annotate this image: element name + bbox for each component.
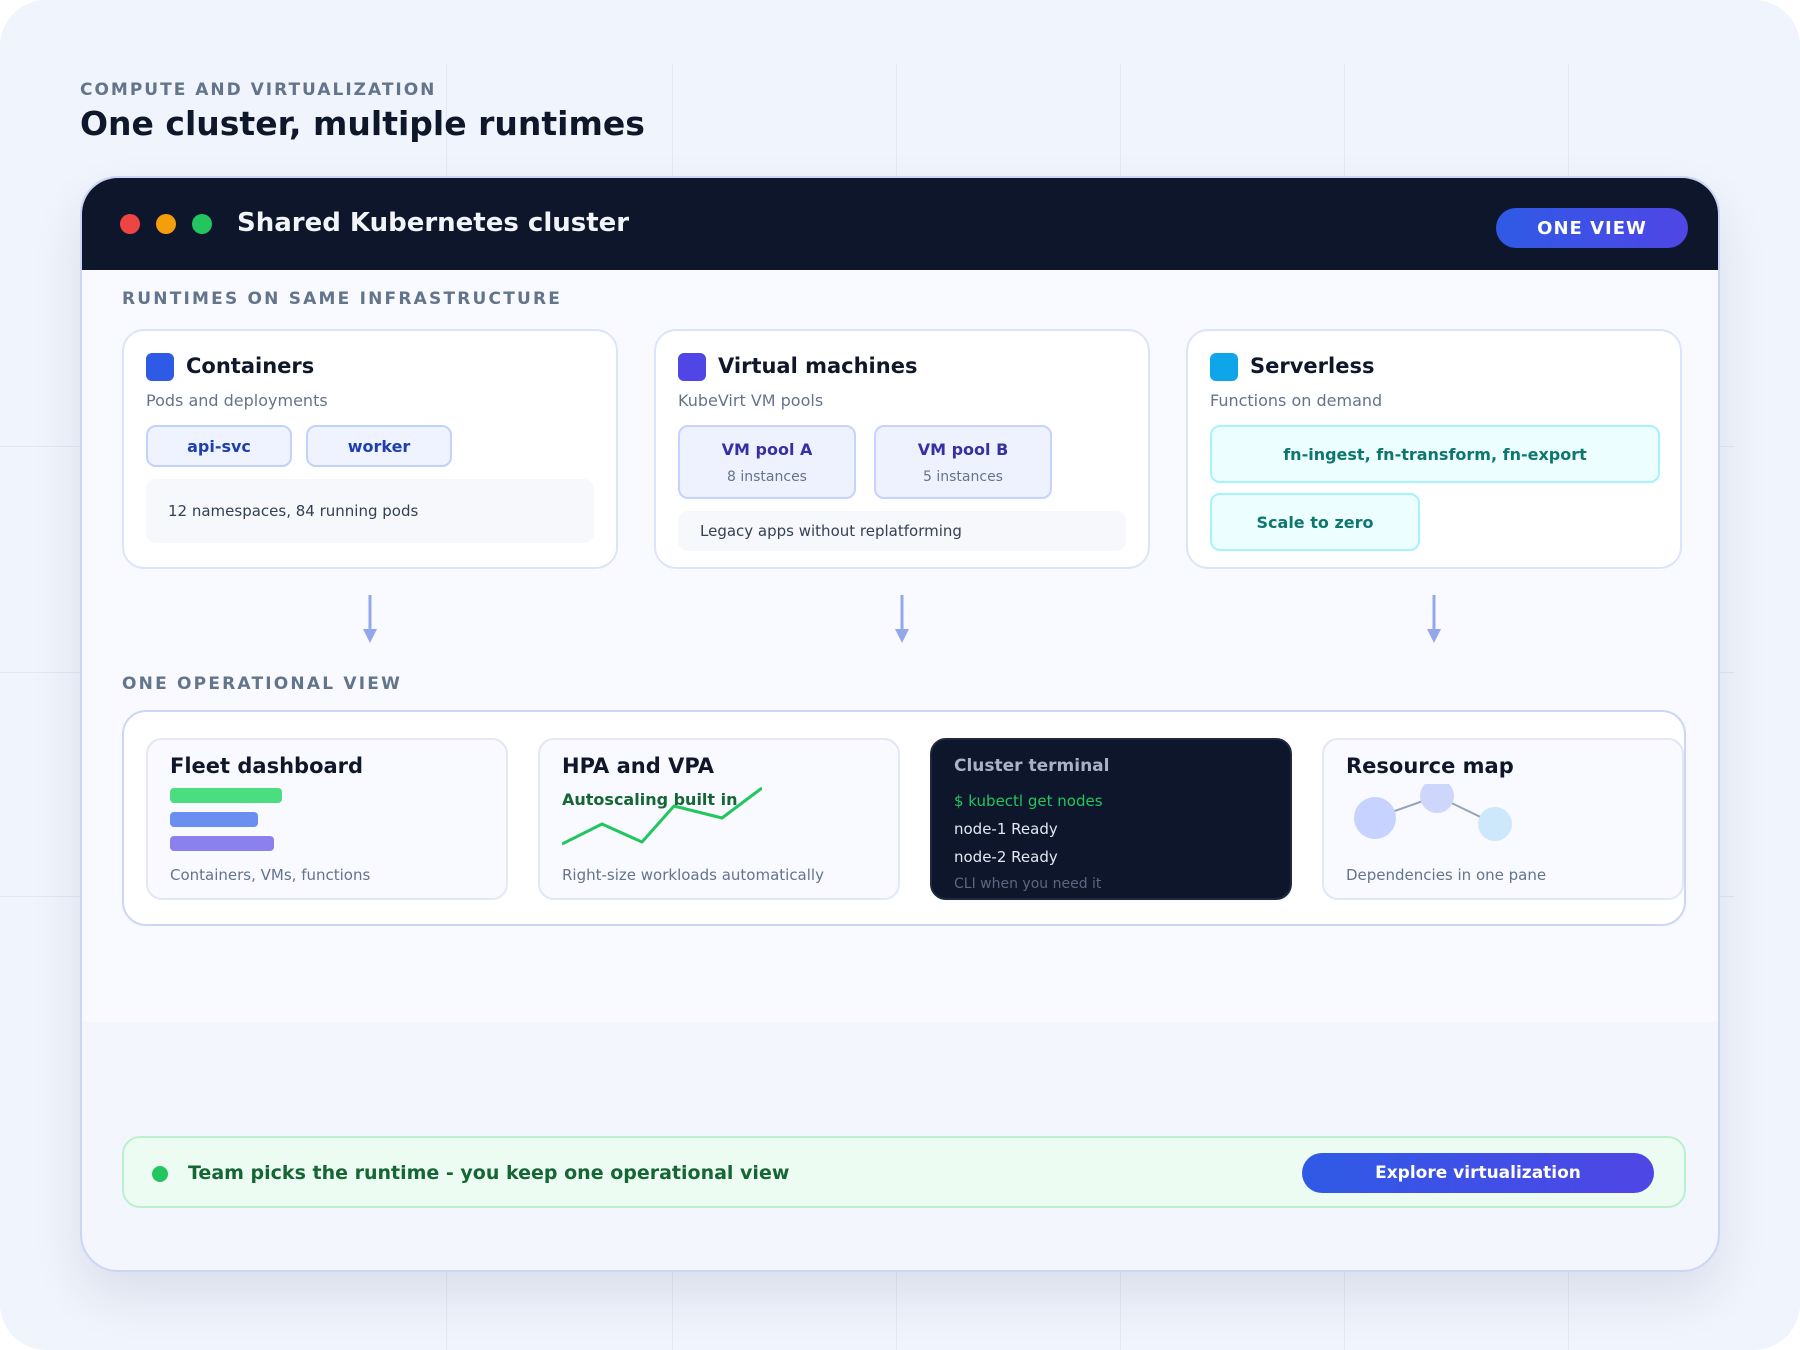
containers-icon: [146, 353, 174, 381]
status-dot-icon: [152, 1166, 168, 1182]
vm-pool-b[interactable]: VM pool B 5 instances: [874, 425, 1052, 499]
arrow-down-icon: [895, 595, 909, 643]
functions-chip[interactable]: fn-ingest, fn-transform, fn-export: [1210, 425, 1660, 483]
fleet-dashboard-card[interactable]: Fleet dashboard Containers, VMs, functio…: [146, 738, 508, 900]
chip-api-svc[interactable]: api-svc: [146, 425, 292, 467]
terminal-output-line: node-2 Ready: [954, 848, 1058, 866]
fleet-dashboard-subtitle: Containers, VMs, functions: [170, 866, 371, 884]
cluster-window: Shared Kubernetes cluster ONE VIEW RUNTI…: [80, 176, 1720, 1272]
containers-subtitle: Pods and deployments: [146, 391, 328, 410]
vm-pool-a[interactable]: VM pool A 8 instances: [678, 425, 856, 499]
serverless-subtitle: Functions on demand: [1210, 391, 1383, 410]
page-eyebrow: COMPUTE AND VIRTUALIZATION: [80, 80, 437, 100]
resource-map-subtitle: Dependencies in one pane: [1346, 866, 1547, 884]
containers-info: 12 namespaces, 84 running pods: [146, 479, 594, 543]
autoscaling-sparkline-icon: [562, 786, 762, 846]
cluster-terminal-card[interactable]: Cluster terminal $ kubectl get nodes nod…: [930, 738, 1292, 900]
serverless-title: Serverless: [1250, 354, 1375, 378]
explore-virtualization-button[interactable]: Explore virtualization: [1302, 1153, 1654, 1193]
terminal-footer: CLI when you need it: [954, 876, 1102, 892]
arrow-down-icon: [363, 595, 377, 643]
hpa-vpa-subtitle: Right-size workloads automatically: [562, 866, 824, 884]
page-title: One cluster, multiple runtimes: [80, 104, 645, 143]
resource-map-title: Resource map: [1346, 754, 1514, 778]
terminal-command: $ kubectl get nodes: [954, 792, 1103, 810]
hpa-vpa-title: HPA and VPA: [562, 754, 715, 778]
page-background: COMPUTE AND VIRTUALIZATION One cluster, …: [0, 0, 1800, 1350]
vm-icon: [678, 353, 706, 381]
arrow-down-icon: [1427, 595, 1441, 643]
resource-map-card[interactable]: Resource map Dependencies in one pane: [1322, 738, 1684, 900]
runtimes-section-label: RUNTIMES ON SAME INFRASTRUCTURE: [122, 289, 563, 309]
containers-title: Containers: [186, 354, 315, 378]
vms-info: Legacy apps without replatforming: [678, 511, 1126, 551]
window-title: Shared Kubernetes cluster: [237, 208, 630, 238]
scale-to-zero-chip[interactable]: Scale to zero: [1210, 493, 1420, 551]
hpa-vpa-card[interactable]: HPA and VPA Autoscaling built in Right-s…: [538, 738, 900, 900]
fleet-bar-containers: [170, 788, 282, 803]
serverless-card[interactable]: Serverless Functions on demand fn-ingest…: [1186, 329, 1682, 569]
fleet-bar-vms: [170, 812, 258, 827]
close-dot-icon[interactable]: [120, 214, 140, 234]
serverless-icon: [1210, 353, 1238, 381]
terminal-title: Cluster terminal: [954, 756, 1110, 776]
vm-pool-b-name: VM pool B: [917, 439, 1009, 459]
operations-panel: Fleet dashboard Containers, VMs, functio…: [122, 710, 1686, 926]
window-content: RUNTIMES ON SAME INFRASTRUCTURE Containe…: [82, 270, 1718, 1208]
maximize-dot-icon[interactable]: [192, 214, 212, 234]
vms-title: Virtual machines: [718, 354, 918, 378]
operations-section-label: ONE OPERATIONAL VIEW: [122, 674, 403, 694]
one-view-button[interactable]: ONE VIEW: [1496, 208, 1688, 248]
fleet-dashboard-title: Fleet dashboard: [170, 754, 364, 778]
vm-pool-a-name: VM pool A: [721, 439, 813, 459]
vms-card[interactable]: Virtual machines KubeVirt VM pools VM po…: [654, 329, 1150, 569]
banner-text: Team picks the runtime - you keep one op…: [188, 1162, 790, 1184]
containers-card[interactable]: Containers Pods and deployments api-svc …: [122, 329, 618, 569]
vm-pool-a-instances: 8 instances: [727, 468, 807, 485]
vms-subtitle: KubeVirt VM pools: [678, 391, 824, 410]
vm-pool-b-instances: 5 instances: [923, 468, 1003, 485]
chip-worker[interactable]: worker: [306, 425, 452, 467]
runtime-banner: Team picks the runtime - you keep one op…: [122, 1136, 1686, 1208]
window-titlebar: Shared Kubernetes cluster ONE VIEW: [82, 178, 1718, 270]
minimize-dot-icon[interactable]: [156, 214, 176, 234]
fleet-bar-functions: [170, 836, 274, 851]
dependency-graph-icon: [1354, 784, 1512, 841]
terminal-output-line: node-1 Ready: [954, 820, 1058, 838]
